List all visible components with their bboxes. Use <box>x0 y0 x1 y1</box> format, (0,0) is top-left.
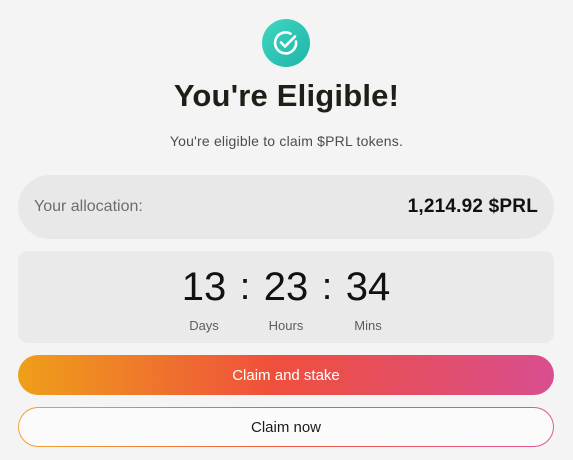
countdown-days: 13 Days <box>170 265 238 333</box>
check-circle-icon <box>262 19 310 67</box>
allocation-value: 1,214.92 $PRL <box>407 196 538 217</box>
allocation-label: Your allocation: <box>34 198 143 215</box>
page-title: You're Eligible! <box>173 78 400 113</box>
countdown-timer: 13 Days : 23 Hours : 34 Mins <box>18 251 554 343</box>
countdown-row: 13 Days : 23 Hours : 34 Mins <box>18 265 554 333</box>
eligibility-subtitle: You're eligible to claim $PRL tokens. <box>169 133 404 149</box>
mins-value: 34 <box>345 265 391 309</box>
mins-label: Mins <box>354 318 382 333</box>
claim-and-stake-button[interactable]: Claim and stake <box>18 355 554 395</box>
countdown-separator: : <box>321 266 333 308</box>
hours-label: Hours <box>268 318 304 333</box>
countdown-separator: : <box>239 266 251 308</box>
claim-now-button[interactable]: Claim now <box>19 408 553 446</box>
countdown-mins: 34 Mins <box>334 265 402 333</box>
countdown-hours: 23 Hours <box>252 265 320 333</box>
claim-now-button-border: Claim now <box>18 407 554 447</box>
eligibility-panel: You're Eligible! You're eligible to clai… <box>0 0 573 460</box>
allocation-card: Your allocation: 1,214.92 $PRL <box>18 175 554 239</box>
days-value: 13 <box>181 265 227 309</box>
hours-value: 23 <box>263 265 309 309</box>
days-label: Days <box>189 318 219 333</box>
